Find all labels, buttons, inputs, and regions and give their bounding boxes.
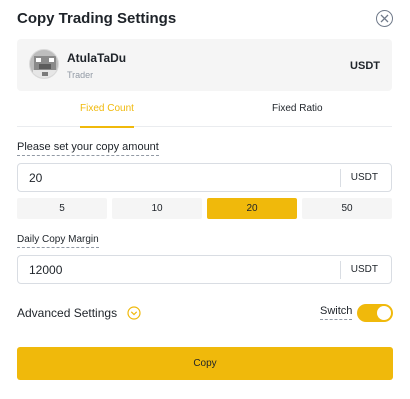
preset-10-button[interactable]: 10 — [112, 198, 202, 219]
close-icon[interactable] — [376, 10, 393, 27]
switch-label: Switch — [320, 305, 353, 320]
copy-amount-unit: USDT — [350, 172, 378, 183]
mode-tabs: Fixed Count Fixed Ratio — [17, 95, 392, 128]
advanced-switch-toggle[interactable] — [357, 304, 393, 322]
daily-margin-label[interactable]: Daily Copy Margin — [17, 233, 99, 248]
tab-fixed-ratio[interactable]: Fixed Ratio — [272, 95, 323, 127]
daily-margin-input[interactable] — [29, 263, 329, 277]
input-divider — [340, 169, 341, 187]
tab-fixed-ratio-label: Fixed Ratio — [272, 103, 323, 114]
advanced-settings-label[interactable]: Advanced Settings — [17, 305, 117, 321]
tab-fixed-count[interactable]: Fixed Count — [80, 95, 134, 128]
asset-label: USDT — [350, 60, 380, 72]
copy-button[interactable]: Copy — [17, 347, 393, 380]
copy-amount-input[interactable] — [29, 171, 329, 185]
preset-50-button[interactable]: 50 — [302, 198, 392, 219]
modal-title: Copy Trading Settings — [17, 10, 177, 27]
input-divider — [340, 261, 341, 279]
active-tab-underline — [80, 126, 134, 128]
trader-card: AtulaTaDu Trader USDT — [17, 39, 392, 91]
trader-name[interactable]: AtulaTaDu — [67, 51, 126, 65]
preset-20-button[interactable]: 20 — [207, 198, 297, 219]
daily-margin-field[interactable]: USDT — [17, 255, 392, 284]
copy-amount-field[interactable]: USDT — [17, 163, 392, 192]
amount-presets: 5 10 20 50 — [17, 198, 392, 219]
trader-avatar — [29, 49, 59, 79]
preset-5-button[interactable]: 5 — [17, 198, 107, 219]
modal-header: Copy Trading Settings — [17, 9, 394, 29]
copy-amount-label[interactable]: Please set your copy amount — [17, 141, 159, 156]
chevron-down-circle-icon[interactable] — [127, 306, 141, 320]
daily-margin-unit: USDT — [350, 264, 378, 275]
toggle-knob — [377, 306, 391, 320]
tab-fixed-count-label: Fixed Count — [80, 103, 134, 114]
trader-role: Trader — [67, 70, 94, 80]
close-x-glyph — [380, 14, 389, 23]
